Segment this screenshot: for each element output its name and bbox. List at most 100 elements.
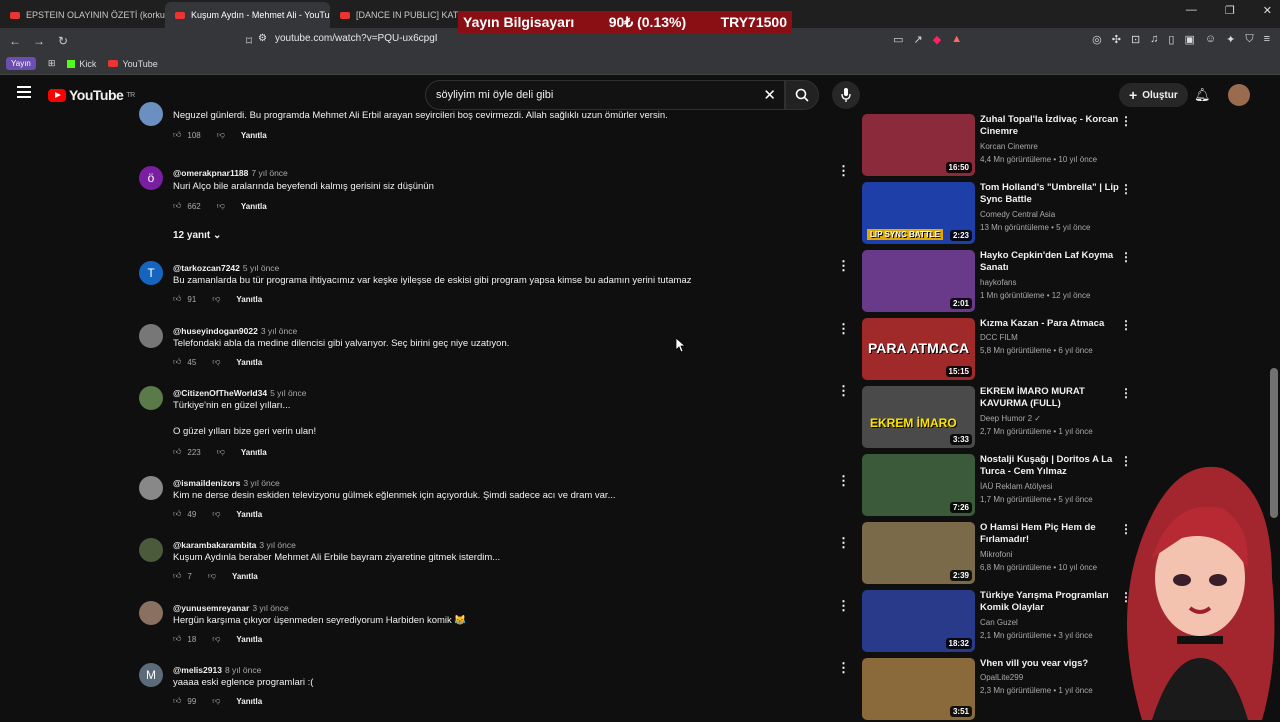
more-actions-icon[interactable]: ⋮ bbox=[837, 163, 850, 179]
video-channel[interactable]: Korcan Cinemre bbox=[980, 142, 1038, 151]
reply-button[interactable]: Yanıtla bbox=[236, 510, 262, 519]
reply-button[interactable]: Yanıtla bbox=[241, 448, 267, 457]
video-thumbnail[interactable]: 7:26 bbox=[862, 454, 975, 516]
video-title[interactable]: EKREM İMARO MURAT KAVURMA (FULL) bbox=[980, 386, 1120, 410]
browser-tab-active[interactable]: Kuşum Aydın - Mehmet Ali - YouTube✕ bbox=[165, 2, 330, 28]
video-title[interactable]: Vhen vill you vear vigs? bbox=[980, 658, 1120, 670]
replies-toggle[interactable]: 12 yanıt ⌄ bbox=[173, 230, 221, 241]
browser-tab[interactable]: EPSTEIN OLAYININ ÖZETİ (korkunç)✕ bbox=[0, 2, 165, 28]
video-thumbnail[interactable]: LIP SYNC BATTLE 2:23 bbox=[862, 182, 975, 244]
reply-button[interactable]: Yanıtla bbox=[232, 572, 258, 581]
youtube-logo[interactable]: YouTube TR bbox=[48, 87, 135, 103]
dislike-icon[interactable]: 👎︎ bbox=[208, 571, 216, 581]
screen-icon[interactable]: ▭ bbox=[893, 33, 903, 46]
video-channel[interactable]: Comedy Central Asia bbox=[980, 210, 1055, 219]
more-actions-icon[interactable]: ⋮ bbox=[837, 660, 850, 676]
dislike-icon[interactable]: 👎︎ bbox=[217, 130, 225, 140]
reply-button[interactable]: Yanıtla bbox=[241, 131, 267, 140]
comment-author[interactable]: @CitizenOfTheWorld34 bbox=[173, 388, 267, 398]
extension-icon[interactable]: ◎ bbox=[1092, 33, 1102, 46]
like-icon[interactable]: 👍︎ bbox=[173, 447, 181, 457]
comment-time[interactable]: 3 yıl önce bbox=[259, 540, 295, 550]
video-channel[interactable]: DCC FILM bbox=[980, 333, 1018, 342]
create-button[interactable]: + Oluştur bbox=[1119, 83, 1188, 107]
reload-icon[interactable]: ↻ bbox=[54, 34, 72, 48]
comment-time[interactable]: 3 yıl önce bbox=[243, 478, 279, 488]
apps-grid-icon[interactable]: ⊞ bbox=[48, 58, 56, 69]
avatar[interactable] bbox=[139, 324, 163, 348]
video-title[interactable]: Türkiye Yarışma Programları Komik Olayla… bbox=[980, 590, 1120, 614]
reply-button[interactable]: Yanıtla bbox=[236, 635, 262, 644]
comment-author[interactable]: @karambakarambita bbox=[173, 540, 256, 550]
recommended-video[interactable]: 16:50 Zuhal Topal'la İzdivaç - Korcan Ci… bbox=[862, 114, 1132, 178]
recommended-video[interactable]: EKREM İMARO 3:33 EKREM İMARO MURAT KAVURM… bbox=[862, 386, 1132, 450]
bookmark-kick[interactable]: Kick bbox=[67, 59, 96, 69]
recommended-video[interactable]: PARA ATMACA 15:15 Kızma Kazan - Para Atma… bbox=[862, 318, 1132, 382]
wallet-icon[interactable]: ▣ bbox=[1184, 33, 1194, 46]
comment-author[interactable]: @tarkozcan7242 bbox=[173, 263, 240, 273]
rewards-icon[interactable]: ▲ bbox=[951, 33, 962, 46]
notifications-bell-icon[interactable]: 🔔︎ bbox=[1194, 87, 1211, 103]
more-actions-icon[interactable]: ⋮ bbox=[837, 258, 850, 274]
more-actions-icon[interactable]: ⋮ bbox=[837, 473, 850, 489]
more-actions-icon[interactable]: ⋮ bbox=[837, 598, 850, 614]
recommended-video[interactable]: 3:51 Vhen vill you vear vigs? OpalLite29… bbox=[862, 658, 1132, 722]
extension-icon[interactable]: ⊡ bbox=[1131, 33, 1140, 46]
avatar[interactable]: T bbox=[139, 261, 163, 285]
dislike-icon[interactable]: 👎︎ bbox=[217, 201, 225, 211]
recommended-video[interactable]: 18:32 Türkiye Yarışma Programları Komik … bbox=[862, 590, 1132, 654]
like-icon[interactable]: 👍︎ bbox=[173, 130, 181, 140]
video-channel[interactable]: Mikrofoni bbox=[980, 550, 1012, 559]
video-channel[interactable]: OpalLite299 bbox=[980, 673, 1023, 682]
video-channel[interactable]: haykofans bbox=[980, 278, 1016, 287]
reply-button[interactable]: Yanıtla bbox=[236, 697, 262, 706]
bookmark-yayin[interactable]: Yayın bbox=[6, 57, 36, 70]
puzzle-icon[interactable]: ✣ bbox=[1112, 33, 1121, 46]
dislike-icon[interactable]: 👎︎ bbox=[212, 696, 220, 706]
avatar[interactable] bbox=[139, 102, 163, 126]
comment-author[interactable]: @yunusemreyanar bbox=[173, 603, 249, 613]
like-icon[interactable]: 👍︎ bbox=[173, 294, 181, 304]
more-actions-icon[interactable]: ⋮ bbox=[1120, 250, 1132, 264]
like-icon[interactable]: 👍︎ bbox=[173, 357, 181, 367]
comment-author[interactable]: @huseyindogan9022 bbox=[173, 326, 258, 336]
like-icon[interactable]: 👍︎ bbox=[173, 571, 181, 581]
media-icon[interactable]: ♫ bbox=[1150, 33, 1158, 46]
more-actions-icon[interactable]: ⋮ bbox=[1120, 386, 1132, 400]
video-title[interactable]: Kızma Kazan - Para Atmaca bbox=[980, 318, 1120, 330]
comment-time[interactable]: 5 yıl önce bbox=[270, 388, 306, 398]
video-channel[interactable]: İAÜ Reklam Atölyesi bbox=[980, 482, 1052, 491]
recommended-video[interactable]: 2:01 Hayko Cepkin'den Laf Koyma Sanatı h… bbox=[862, 250, 1132, 314]
avatar[interactable] bbox=[139, 538, 163, 562]
ai-icon[interactable]: ✦ bbox=[1226, 33, 1235, 46]
sidebar-icon[interactable]: ▯ bbox=[1168, 33, 1174, 46]
close-window-icon[interactable]: ✕ bbox=[1263, 4, 1272, 17]
comment-author[interactable]: @ismaildenizors bbox=[173, 478, 240, 488]
avatar[interactable]: ö bbox=[139, 166, 163, 190]
video-thumbnail[interactable]: 16:50 bbox=[862, 114, 975, 176]
video-thumbnail[interactable]: EKREM İMARO 3:33 bbox=[862, 386, 975, 448]
search-button[interactable] bbox=[785, 80, 819, 110]
brave-shield-icon[interactable]: ◆ bbox=[933, 33, 941, 46]
comment-time[interactable]: 8 yıl önce bbox=[225, 665, 261, 675]
bookmark-icon[interactable]: ⌑ bbox=[240, 34, 258, 48]
url-field[interactable]: ⚙ youtube.com/watch?v=PQU-ux6cpgI bbox=[258, 33, 438, 44]
video-thumbnail[interactable]: 2:01 bbox=[862, 250, 975, 312]
video-channel[interactable]: Deep Humor 2 ✓ bbox=[980, 414, 1041, 423]
menu-icon[interactable]: ≡ bbox=[1264, 33, 1270, 46]
forward-icon[interactable]: → bbox=[30, 34, 48, 48]
video-thumbnail[interactable]: 3:51 bbox=[862, 658, 975, 720]
more-actions-icon[interactable]: ⋮ bbox=[837, 535, 850, 551]
recommended-video[interactable]: 2:39 O Hamsi Hem Piç Hem de Fırlamadır! … bbox=[862, 522, 1132, 586]
video-thumbnail[interactable]: 2:39 bbox=[862, 522, 975, 584]
voice-search-button[interactable] bbox=[832, 81, 860, 109]
vpn-icon[interactable]: ⛉ bbox=[1245, 33, 1253, 46]
bookmark-youtube[interactable]: YouTube bbox=[108, 59, 158, 69]
hamburger-menu-icon[interactable] bbox=[17, 86, 31, 98]
like-icon[interactable]: 👍︎ bbox=[173, 201, 181, 211]
video-title[interactable]: Zuhal Topal'la İzdivaç - Korcan Cinemre bbox=[980, 114, 1120, 138]
video-title[interactable]: Hayko Cepkin'den Laf Koyma Sanatı bbox=[980, 250, 1120, 274]
comment-time[interactable]: 3 yıl önce bbox=[261, 326, 297, 336]
recommended-video[interactable]: LIP SYNC BATTLE 2:23 Tom Holland's "Umbre… bbox=[862, 182, 1132, 246]
reply-button[interactable]: Yanıtla bbox=[236, 295, 262, 304]
